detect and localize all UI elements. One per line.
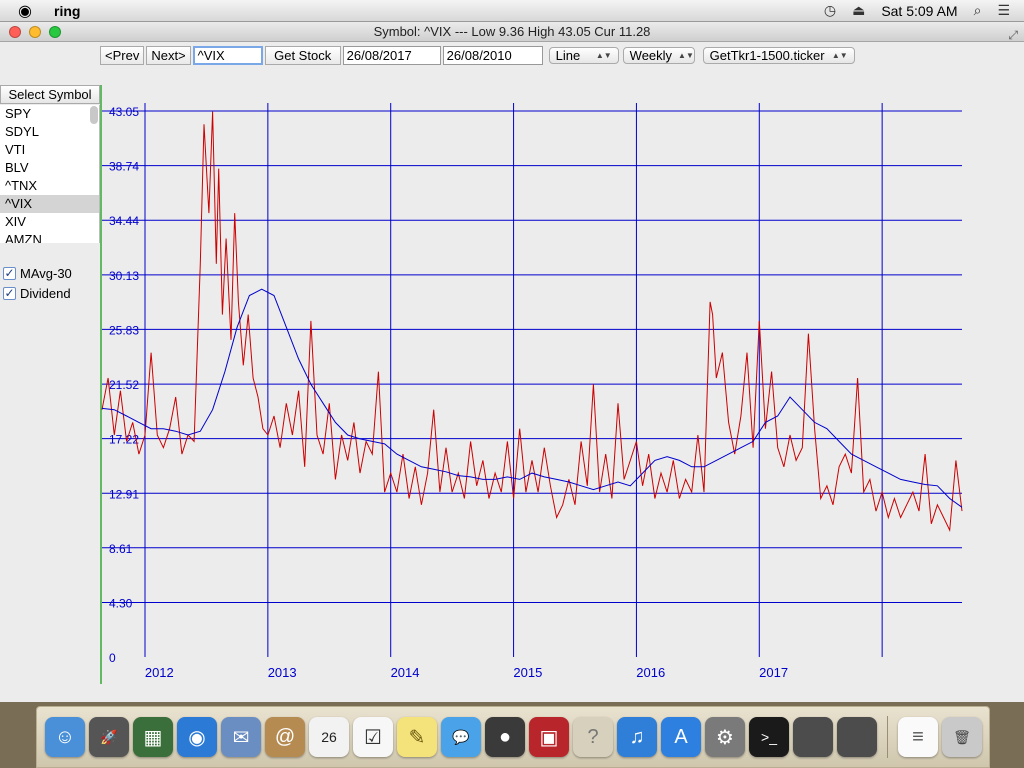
select-arrow-icon: ▲▼ [678,50,694,60]
prev-button[interactable]: <Prev [100,45,145,65]
window-thumbnail-icon[interactable] [793,717,833,757]
y-tick-label: 25.83 [109,323,139,337]
x-tick-label: 2012 [145,665,174,680]
price-series-line [101,111,963,533]
moving-average-line [101,288,963,508]
y-tick-label: 38.74 [109,160,139,174]
trash-icon[interactable]: 🗑 [942,717,982,757]
document-icon[interactable]: ≡ [898,717,938,757]
dock-separator [887,716,888,758]
select-arrow-icon: ▲▼ [831,50,848,60]
symbol-list[interactable]: SPY SDYL VTI BLV ^TNX ^VIX XIV AMZN [0,105,100,243]
symbol-list-item[interactable]: XIV [0,213,99,231]
chart-type-value: Line [555,47,581,63]
system-preferences-icon[interactable]: ⚙ [705,717,745,757]
symbol-list-item[interactable]: ^TNX [0,177,99,195]
symbol-list-item[interactable]: SPY [0,105,99,123]
select-symbol-header[interactable]: Select Symbol [0,85,100,104]
next-button[interactable]: Next> [146,45,191,65]
menubar-clock[interactable]: Sat 5:09 AM [881,3,957,19]
symbol-list-item[interactable]: AMZN [0,231,99,243]
close-window-button[interactable] [9,26,21,38]
ticker-file-value: GetTkr1-1500.ticker [709,47,825,63]
symbol-list-item[interactable]: VTI [0,141,99,159]
toolbar: <Prev Next> ^VIX Get Stock 26/08/2017 26… [100,45,855,65]
help-icon[interactable]: ? [573,717,613,757]
window-title: Symbol: ^VIX --- Low 9.36 High 43.05 Cur… [373,24,651,39]
mavg-checkbox[interactable]: ✓ [3,267,16,280]
symbol-list-item[interactable]: BLV [0,159,99,177]
x-tick-label: 2013 [268,665,297,680]
dividend-checkbox-row[interactable]: ✓ Dividend [3,286,71,301]
end-date-input[interactable]: 26/08/2010 [442,45,543,65]
apple-icon[interactable]: ◉ [18,1,42,21]
mission-control-icon[interactable]: ▦ [133,717,173,757]
facetime-icon[interactable]: ● [485,717,525,757]
y-tick-label: 43.05 [109,105,139,119]
symbol-panel: Select Symbol SPY SDYL VTI BLV ^TNX ^VIX XIV AM… [0,85,100,245]
itunes-icon[interactable]: ♫ [617,717,657,757]
safari-icon[interactable]: ◉ [177,717,217,757]
terminal-icon[interactable]: >_ [749,717,789,757]
finder-icon[interactable]: ☺ [45,717,85,757]
get-stock-button[interactable]: Get Stock [264,45,341,65]
zoom-window-button[interactable] [49,26,61,38]
menu-extras: ◷ ⏏ Sat 5:09 AM ⌕ ☰ [824,2,1024,19]
y-tick-label: 30.13 [109,269,139,283]
symbol-input[interactable]: ^VIX [192,45,263,65]
select-arrow-icon: ▲▼ [595,50,612,60]
y-tick-label: 12.91 [109,487,139,501]
price-chart[interactable]: 04.308.6112.9117.2221.5225.8330.1334.443… [100,84,964,684]
calendar-icon[interactable]: 26 [309,717,349,757]
time-machine-icon[interactable]: ◷ [824,2,836,19]
reminders-icon[interactable]: ☑ [353,717,393,757]
y-tick-label: 21.52 [109,378,139,392]
x-tick-label: 2014 [391,665,420,680]
start-date-input[interactable]: 26/08/2017 [342,45,441,65]
window-titlebar[interactable]: Symbol: ^VIX --- Low 9.36 High 43.05 Cur… [0,22,1024,42]
photo-booth-icon[interactable]: ▣ [529,717,569,757]
y-tick-label: 4.30 [109,596,133,610]
interval-select[interactable]: Weekly ▲▼ [622,46,695,64]
y-tick-label: 0 [109,651,116,665]
menu-bar: ◉ ring ◷ ⏏ Sat 5:09 AM ⌕ ☰ [0,0,1024,22]
dock: ☺ 🚀 ▦ ◉ ✉ @26 ☑ ✎ 💬 ● ▣? ♫ A ⚙ >_ ≡ 🗑 [36,706,990,768]
x-tick-label: 2015 [513,665,542,680]
notes-icon[interactable]: ✎ [397,717,437,757]
symbol-list-item[interactable]: ^VIX [0,195,99,213]
minimize-window-button[interactable] [29,26,41,38]
window-thumbnail-icon[interactable] [837,717,877,757]
interval-value: Weekly [629,47,673,63]
fullscreen-icon[interactable]: ⤢ [1008,25,1018,45]
mavg-checkbox-row[interactable]: ✓ MAvg-30 [3,266,72,281]
notification-center-icon[interactable]: ☰ [997,2,1010,19]
chart-type-select[interactable]: Line ▲▼ [548,46,619,64]
spotlight-search-icon[interactable]: ⌕ [974,2,982,19]
list-scrollbar[interactable] [90,106,98,124]
app-name-menu[interactable]: ring [54,3,80,19]
y-tick-label: 34.44 [109,214,139,228]
contacts-icon[interactable]: @ [265,717,305,757]
app-store-icon[interactable]: A [661,717,701,757]
app-window: Symbol: ^VIX --- Low 9.36 High 43.05 Cur… [0,22,1024,702]
x-tick-label: 2017 [759,665,788,680]
messages-icon[interactable]: 💬 [441,717,481,757]
x-tick-label: 2016 [636,665,665,680]
dividend-checkbox[interactable]: ✓ [3,287,16,300]
launchpad-icon[interactable]: 🚀 [89,717,129,757]
mavg-label: MAvg-30 [20,266,72,281]
ticker-file-select[interactable]: GetTkr1-1500.ticker ▲▼ [702,46,855,64]
dividend-label: Dividend [20,286,71,301]
y-tick-label: 8.61 [109,542,133,556]
mail-icon[interactable]: ✉ [221,717,261,757]
eject-icon[interactable]: ⏏ [852,2,865,19]
symbol-list-item[interactable]: SDYL [0,123,99,141]
